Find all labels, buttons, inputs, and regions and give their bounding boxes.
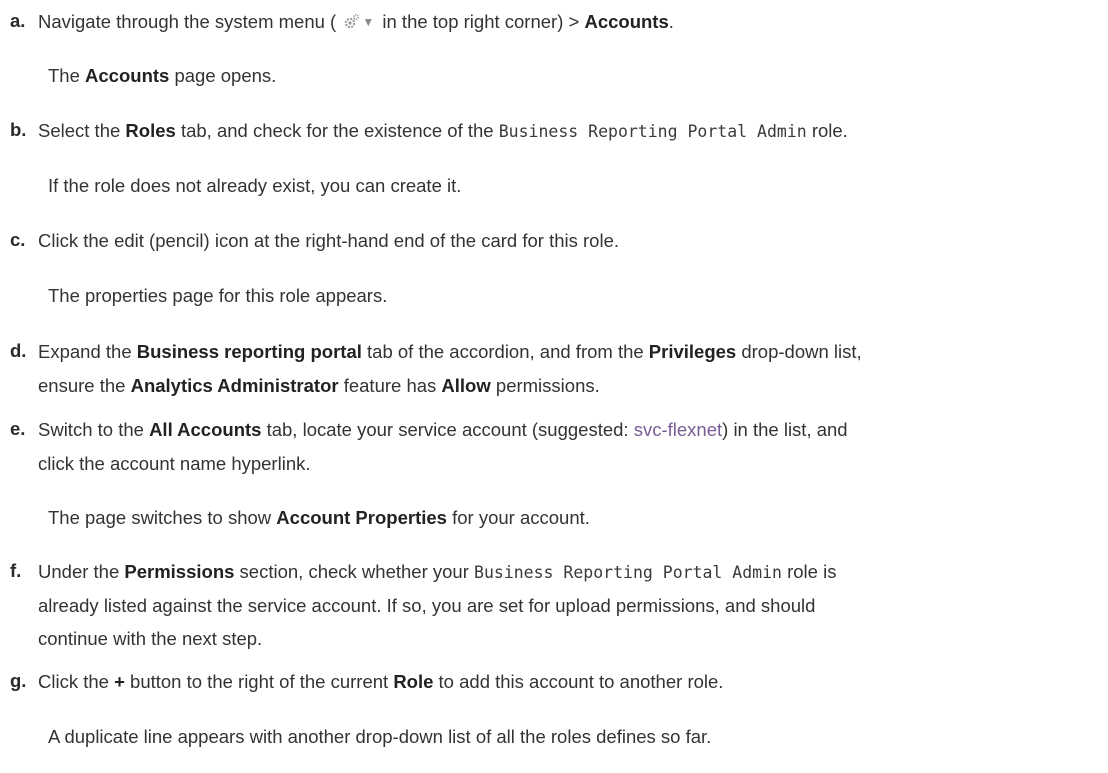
step-letter: b.: [10, 119, 27, 140]
step-b-instruction: Select the Roles tab, and check for the …: [38, 120, 848, 141]
step-letter: d.: [10, 340, 27, 361]
step-f-instruction-cont: already listed against the service accou…: [38, 595, 816, 616]
step-a-result: The Accounts page opens.: [48, 65, 277, 86]
role-name-code: Business Reporting Portal Admin: [498, 122, 807, 141]
service-account-name: svc-flexnet: [633, 419, 723, 440]
step-e-result: The page switches to show Account Proper…: [48, 507, 590, 528]
step-d-instruction: Expand the Business reporting portal tab…: [38, 341, 862, 362]
step-letter: c.: [10, 229, 26, 250]
step-e-instruction: Switch to the All Accounts tab, locate y…: [38, 419, 848, 440]
step-letter: g.: [10, 670, 27, 691]
step-f-instruction: Under the Permissions section, check whe…: [38, 561, 837, 582]
step-f-instruction-cont2: continue with the next step.: [38, 628, 263, 649]
step-c-instruction: Click the edit (pencil) icon at the righ…: [38, 230, 619, 251]
step-e-instruction-cont: click the account name hyperlink.: [38, 453, 311, 474]
gear-icon: [343, 12, 360, 36]
step-g-result: A duplicate line appears with another dr…: [48, 726, 712, 747]
step-letter: f.: [10, 560, 22, 581]
step-b-result: If the role does not already exist, you …: [48, 175, 462, 196]
dropdown-triangle-icon: ▼: [362, 15, 375, 29]
step-letter: a.: [10, 10, 26, 31]
step-c-result: The properties page for this role appear…: [48, 285, 388, 306]
step-d-instruction-cont: ensure the Analytics Administrator featu…: [38, 375, 600, 396]
step-a-instruction: Navigate through the system menu ( ▼ in …: [38, 10, 674, 36]
step-g-instruction: Click the + button to the right of the c…: [38, 671, 724, 692]
step-letter: e.: [10, 418, 26, 439]
role-name-code: Business Reporting Portal Admin: [474, 563, 782, 582]
procedure-document: a. Navigate through the system menu ( ▼ …: [0, 0, 1108, 773]
